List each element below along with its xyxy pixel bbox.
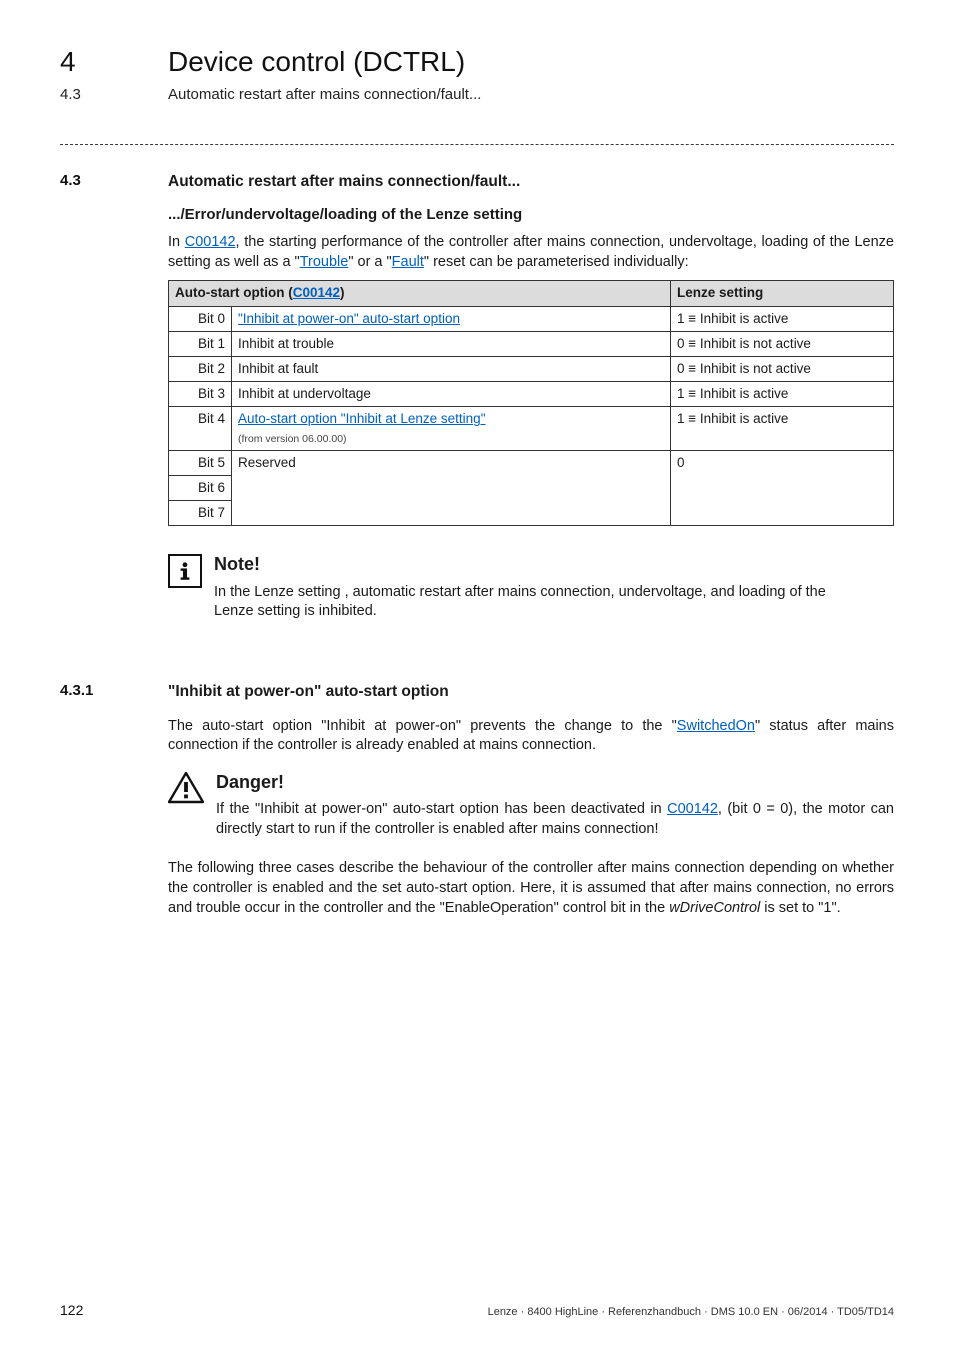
section-number: 4.3 [60, 172, 168, 622]
text: If the "Inhibit at power-on" auto-start … [216, 801, 667, 817]
text: " or a " [348, 254, 391, 270]
table-row: Bit 0 "Inhibit at power-on" auto-start o… [169, 306, 894, 331]
danger-title: Danger! [216, 770, 894, 794]
cell-lenze: 0 ≡ Inhibit is not active [671, 356, 894, 381]
text: " reset can be parameterised individuall… [424, 254, 689, 270]
section-subheading: .../Error/undervoltage/loading of the Le… [168, 205, 894, 225]
tail-paragraph: The following three cases describe the b… [168, 859, 894, 918]
cell-bit: Bit 3 [169, 382, 232, 407]
table-row: Bit 2 Inhibit at fault 0 ≡ Inhibit is no… [169, 356, 894, 381]
section-heading: Automatic restart after mains connection… [168, 172, 894, 193]
table-row: Bit 3 Inhibit at undervoltage 1 ≡ Inhibi… [169, 382, 894, 407]
chapter-title: Device control (DCTRL) [168, 46, 465, 78]
auto-start-option-table: Auto-start option (C00142) Lenze setting… [168, 280, 894, 526]
info-icon [168, 554, 202, 588]
cell-bit: Bit 5 [169, 450, 232, 475]
link-c00142-header[interactable]: C00142 [293, 285, 340, 300]
table-row: Bit 1 Inhibit at trouble 0 ≡ Inhibit is … [169, 331, 894, 356]
table-header-main: Auto-start option (C00142) [169, 281, 671, 306]
text: In [168, 234, 185, 250]
cell-text: "Inhibit at power-on" auto-start option [232, 306, 671, 331]
link-c00142[interactable]: C00142 [185, 234, 236, 250]
text: is set to "1". [760, 900, 840, 916]
cell-text: Inhibit at fault [232, 356, 671, 381]
info-glyph [174, 560, 196, 582]
section-intro: In C00142, the starting performance of t… [168, 233, 894, 272]
cell-lenze: 0 ≡ Inhibit is not active [671, 331, 894, 356]
warning-icon [168, 772, 204, 804]
chapter-number: 4 [60, 46, 76, 78]
cell-bit: Bit 7 [169, 501, 232, 526]
cell-lenze: 1 ≡ Inhibit is active [671, 407, 894, 450]
subsection-para: The auto-start option "Inhibit at power-… [168, 717, 894, 756]
note-text: In the Lenze setting , automatic restart… [214, 583, 854, 622]
danger-callout: Danger! If the "Inhibit at power-on" aut… [168, 770, 894, 839]
link-trouble[interactable]: Trouble [300, 254, 349, 270]
cell-text: Auto-start option "Inhibit at Lenze sett… [232, 407, 671, 450]
cell-text: Inhibit at undervoltage [232, 382, 671, 407]
table-row: Bit 5 Reserved 0 [169, 450, 894, 475]
link-switched-on[interactable]: SwitchedOn [677, 718, 755, 734]
page-number: 122 [60, 1302, 83, 1318]
header-divider [60, 144, 894, 145]
cell-subtext: (from version 06.00.00) [238, 433, 347, 445]
table-row: Bit 4 Auto-start option "Inhibit at Lenz… [169, 407, 894, 450]
cell-lenze: 0 [671, 450, 894, 526]
section-number-top: 4.3 [60, 86, 81, 103]
link-bit4-option[interactable]: Auto-start option "Inhibit at Lenze sett… [238, 411, 485, 426]
link-c00142-danger[interactable]: C00142 [667, 801, 718, 817]
text: ) [340, 285, 345, 300]
note-callout: Note! In the Lenze setting , automatic r… [168, 552, 894, 621]
subsection-number: 4.3.1 [60, 682, 168, 926]
cell-bit: Bit 0 [169, 306, 232, 331]
subsection-heading: "Inhibit at power-on" auto-start option [168, 682, 894, 703]
footer-imprint: Lenze · 8400 HighLine · Referenzhandbuch… [488, 1306, 894, 1318]
cell-text: Reserved [232, 450, 671, 526]
link-fault[interactable]: Fault [392, 254, 424, 270]
cell-bit: Bit 1 [169, 331, 232, 356]
note-title: Note! [214, 552, 894, 576]
cell-text: Inhibit at trouble [232, 331, 671, 356]
cell-bit: Bit 2 [169, 356, 232, 381]
text: Auto-start option ( [175, 285, 293, 300]
cell-bit: Bit 6 [169, 476, 232, 501]
danger-text: If the "Inhibit at power-on" auto-start … [216, 800, 894, 839]
table-header-lenze: Lenze setting [671, 281, 894, 306]
text: The auto-start option "Inhibit at power-… [168, 718, 677, 734]
cell-lenze: 1 ≡ Inhibit is active [671, 306, 894, 331]
link-bit0-option[interactable]: "Inhibit at power-on" auto-start option [238, 311, 460, 326]
cell-lenze: 1 ≡ Inhibit is active [671, 382, 894, 407]
text-italic: wDriveControl [669, 900, 760, 916]
page-footer: 122 Lenze · 8400 HighLine · Referenzhand… [60, 1302, 894, 1318]
cell-bit: Bit 4 [169, 407, 232, 450]
section-title-top: Automatic restart after mains connection… [168, 86, 481, 103]
